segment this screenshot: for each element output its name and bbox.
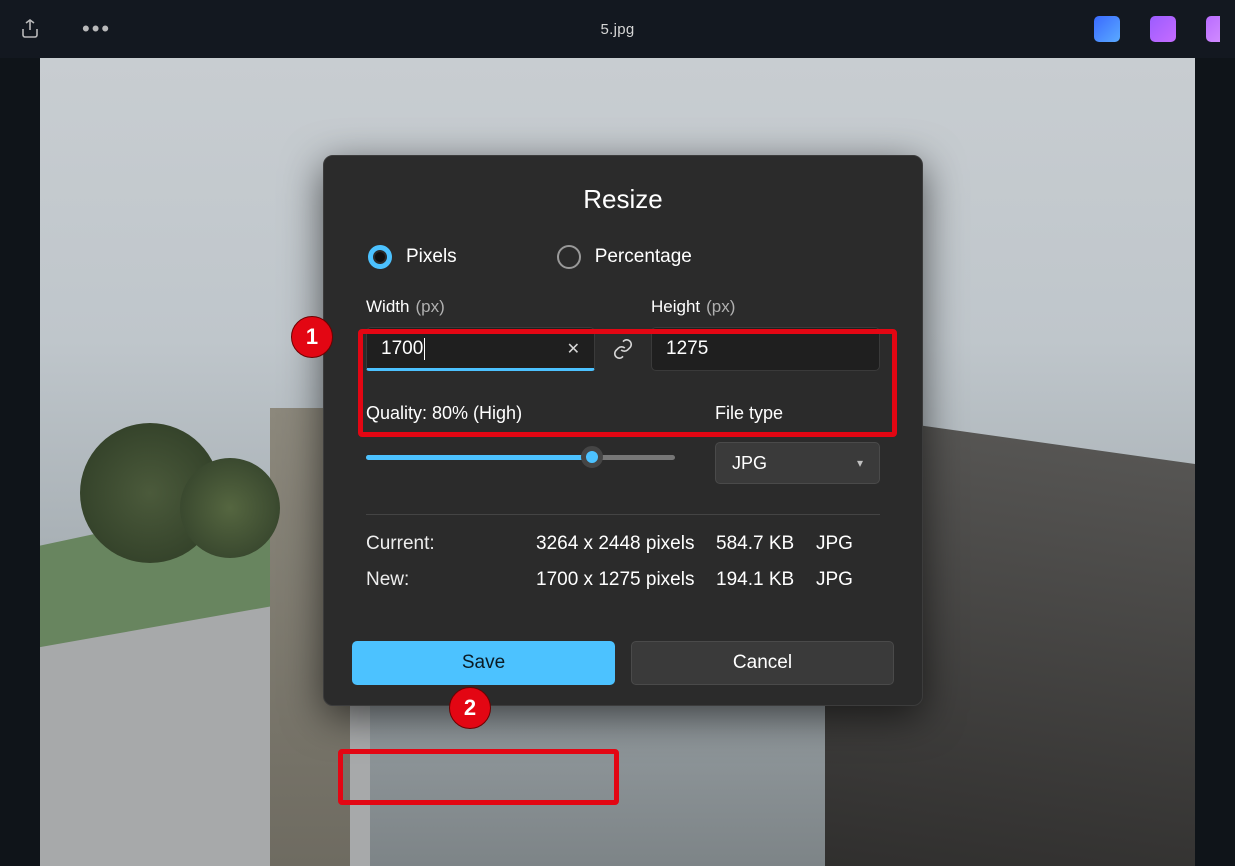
resize-dialog: Resize Pixels Percentage Width (px) 1700… [323,155,923,706]
annotation-badge-1: 1 [291,316,333,358]
info-grid: Current: 3264 x 2448 pixels 584.7 KB JPG… [352,533,894,605]
divider [366,514,880,515]
new-label: New: [366,569,536,591]
radio-percentage-indicator [557,245,581,269]
more-icon[interactable]: ••• [82,16,111,42]
radio-pixels-label: Pixels [406,246,457,268]
annotation-badge-2: 2 [449,687,491,729]
current-type: JPG [816,533,876,555]
width-input[interactable]: 1700 ✕ [366,327,595,371]
radio-pixels-indicator [368,245,392,269]
height-label: Height [651,297,700,317]
slider-thumb[interactable] [581,446,603,468]
width-value: 1700 [381,338,423,359]
radio-pixels[interactable]: Pixels [368,245,457,269]
width-label: Width [366,297,409,317]
unit-radio-group: Pixels Percentage [352,245,894,269]
height-input[interactable]: 1275 [651,327,880,371]
aspect-lock-icon[interactable] [609,327,637,371]
quality-slider[interactable] [366,446,675,466]
save-button[interactable]: Save [352,641,615,685]
filetype-value: JPG [732,453,767,474]
app-icon-3[interactable] [1206,16,1220,42]
file-name: 5.jpg [600,21,634,38]
app-icon-2[interactable] [1150,16,1176,42]
current-dims: 3264 x 2448 pixels [536,533,716,555]
cancel-button-label: Cancel [733,652,792,674]
current-label: Current: [366,533,536,555]
cancel-button[interactable]: Cancel [631,641,894,685]
chevron-down-icon: ▾ [857,456,863,470]
quality-label: Quality: 80% (High) [366,403,675,424]
width-unit: (px) [415,297,444,317]
radio-percentage-label: Percentage [595,246,692,268]
save-button-label: Save [462,652,505,674]
height-value: 1275 [666,338,708,360]
height-unit: (px) [706,297,735,317]
title-bar: ••• 5.jpg [0,0,1235,58]
app-icon-1[interactable] [1094,16,1120,42]
dialog-title: Resize [352,184,894,215]
new-size: 194.1 KB [716,569,816,591]
share-icon[interactable] [18,17,42,41]
current-size: 584.7 KB [716,533,816,555]
new-type: JPG [816,569,876,591]
filetype-label: File type [715,403,880,424]
new-dims: 1700 x 1275 pixels [536,569,716,591]
filetype-select[interactable]: JPG ▾ [715,442,880,484]
radio-percentage[interactable]: Percentage [557,245,692,269]
clear-width-icon[interactable]: ✕ [567,339,580,359]
